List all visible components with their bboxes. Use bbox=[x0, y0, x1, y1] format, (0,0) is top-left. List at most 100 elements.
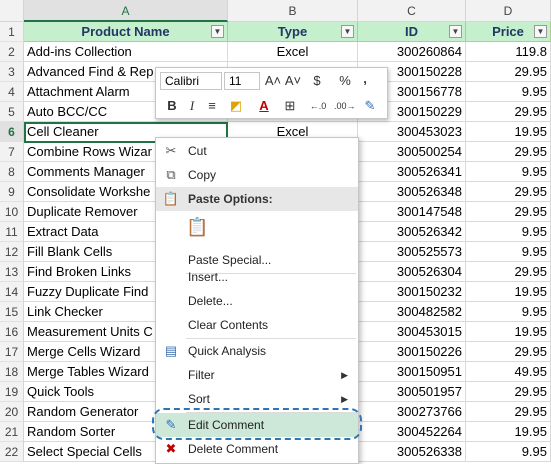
cell-id[interactable]: 300260864 bbox=[358, 42, 466, 62]
column-header-c[interactable]: C bbox=[358, 0, 466, 22]
percent-icon[interactable]: % bbox=[335, 71, 355, 91]
cell-id[interactable]: 300525573 bbox=[358, 242, 466, 262]
row-number[interactable]: 16 bbox=[0, 322, 24, 342]
header-product-name[interactable]: Product Name ▼ bbox=[24, 22, 228, 42]
font-name-box[interactable]: Calibri bbox=[160, 72, 222, 90]
font-size-box[interactable]: 11 bbox=[224, 72, 260, 90]
increase-font-icon[interactable]: A˄ bbox=[263, 71, 283, 91]
cell-id[interactable]: 300452264 bbox=[358, 422, 466, 442]
row-number[interactable]: 17 bbox=[0, 342, 24, 362]
menu-item-clear-contents[interactable]: Clear Contents bbox=[156, 313, 358, 337]
font-color-icon[interactable]: A bbox=[254, 96, 274, 116]
row-number[interactable]: 1 bbox=[0, 22, 24, 42]
bold-button[interactable]: B bbox=[162, 96, 182, 116]
borders-icon[interactable]: ⊞ bbox=[280, 96, 300, 116]
cell-price[interactable]: 19.95 bbox=[466, 422, 551, 442]
row-number[interactable]: 15 bbox=[0, 302, 24, 322]
menu-item-quick-analysis[interactable]: ▤ Quick Analysis bbox=[156, 339, 358, 363]
decrease-font-icon[interactable]: A˅ bbox=[283, 71, 303, 91]
cell-price[interactable]: 29.95 bbox=[466, 262, 551, 282]
cell-id[interactable]: 300526338 bbox=[358, 442, 466, 462]
cell-id[interactable]: 300501957 bbox=[358, 382, 466, 402]
cell-id[interactable]: 300150232 bbox=[358, 282, 466, 302]
menu-item-cut[interactable]: ✂ Cut bbox=[156, 139, 358, 163]
column-header-a[interactable]: A bbox=[24, 0, 228, 22]
row-number[interactable]: 10 bbox=[0, 202, 24, 222]
menu-item-delete[interactable]: Delete... bbox=[156, 289, 358, 313]
cell-price[interactable]: 9.95 bbox=[466, 162, 551, 182]
cell-price[interactable]: 29.95 bbox=[466, 142, 551, 162]
row-number[interactable]: 3 bbox=[0, 62, 24, 82]
filter-dropdown-icon[interactable]: ▼ bbox=[341, 25, 354, 38]
cell-id[interactable]: 300500254 bbox=[358, 142, 466, 162]
row-number[interactable]: 6 bbox=[0, 122, 24, 142]
cell-price[interactable]: 29.95 bbox=[466, 402, 551, 422]
cell-price[interactable]: 9.95 bbox=[466, 242, 551, 262]
menu-item-insert[interactable]: Insert... bbox=[156, 265, 358, 289]
cell-price[interactable]: 29.95 bbox=[466, 102, 551, 122]
row-number[interactable]: 21 bbox=[0, 422, 24, 442]
row-number[interactable]: 11 bbox=[0, 222, 24, 242]
cell-id[interactable]: 300482582 bbox=[358, 302, 466, 322]
cell-price[interactable]: 49.95 bbox=[466, 362, 551, 382]
cell-id[interactable]: 300526342 bbox=[358, 222, 466, 242]
header-price[interactable]: Price ▼ bbox=[466, 22, 551, 42]
cell-price[interactable]: 119.8 bbox=[466, 42, 551, 62]
header-id[interactable]: ID ▼ bbox=[358, 22, 466, 42]
cell-id[interactable]: 300147548 bbox=[358, 202, 466, 222]
increase-decimal-icon[interactable]: ←.0 bbox=[308, 96, 328, 116]
cell-price[interactable]: 9.95 bbox=[466, 82, 551, 102]
cell-price[interactable]: 29.95 bbox=[466, 382, 551, 402]
menu-item-copy[interactable]: ⧉ Copy bbox=[156, 163, 358, 187]
menu-item-filter[interactable]: Filter ▶ bbox=[156, 363, 358, 387]
cell-id[interactable]: 300273766 bbox=[358, 402, 466, 422]
cell-price[interactable]: 29.95 bbox=[466, 342, 551, 362]
cell-price[interactable]: 29.95 bbox=[466, 182, 551, 202]
row-number[interactable]: 18 bbox=[0, 362, 24, 382]
row-number[interactable]: 13 bbox=[0, 262, 24, 282]
row-number[interactable]: 22 bbox=[0, 442, 24, 462]
filter-dropdown-icon[interactable]: ▼ bbox=[534, 25, 547, 38]
cell-product-name[interactable]: Add-ins Collection bbox=[24, 42, 228, 62]
column-header-d[interactable]: D bbox=[466, 0, 551, 22]
row-number[interactable]: 4 bbox=[0, 82, 24, 102]
row-number[interactable]: 7 bbox=[0, 142, 24, 162]
cell-id[interactable]: 300526341 bbox=[358, 162, 466, 182]
row-number[interactable]: 8 bbox=[0, 162, 24, 182]
cell-id[interactable]: 300453023 bbox=[358, 122, 466, 142]
align-center-icon[interactable]: ≡ bbox=[202, 96, 222, 116]
cell-price[interactable]: 29.95 bbox=[466, 62, 551, 82]
row-number[interactable]: 9 bbox=[0, 182, 24, 202]
cell-id[interactable]: 300150951 bbox=[358, 362, 466, 382]
cell-id[interactable]: 300526304 bbox=[358, 262, 466, 282]
select-all-corner[interactable] bbox=[0, 0, 24, 22]
row-number[interactable]: 19 bbox=[0, 382, 24, 402]
row-number[interactable]: 5 bbox=[0, 102, 24, 122]
cell-price[interactable]: 9.95 bbox=[466, 222, 551, 242]
cell-id[interactable]: 300453015 bbox=[358, 322, 466, 342]
italic-button[interactable]: I bbox=[182, 96, 202, 116]
cell-price[interactable]: 19.95 bbox=[466, 122, 551, 142]
filter-dropdown-icon[interactable]: ▼ bbox=[211, 25, 224, 38]
column-header-b[interactable]: B bbox=[228, 0, 358, 22]
row-number[interactable]: 20 bbox=[0, 402, 24, 422]
fill-color-icon[interactable]: ◩ bbox=[226, 96, 246, 116]
menu-item-delete-comment[interactable]: ✖ Delete Comment bbox=[156, 437, 358, 461]
currency-icon[interactable]: $ bbox=[307, 71, 327, 91]
row-number[interactable]: 12 bbox=[0, 242, 24, 262]
cell-type[interactable]: Excel bbox=[228, 42, 358, 62]
comma-style-icon[interactable]: , bbox=[355, 69, 375, 89]
cell-price[interactable]: 9.95 bbox=[466, 442, 551, 462]
cell-price[interactable]: 9.95 bbox=[466, 302, 551, 322]
cell-id[interactable]: 300150226 bbox=[358, 342, 466, 362]
cell-price[interactable]: 19.95 bbox=[466, 322, 551, 342]
paste-icon[interactable]: 📋 bbox=[186, 218, 208, 240]
format-painter-icon[interactable]: ✎ bbox=[360, 96, 380, 116]
row-number[interactable]: 2 bbox=[0, 42, 24, 62]
decrease-decimal-icon[interactable]: .00→ bbox=[334, 96, 356, 116]
filter-dropdown-icon[interactable]: ▼ bbox=[449, 25, 462, 38]
header-type[interactable]: Type ▼ bbox=[228, 22, 358, 42]
cell-price[interactable]: 29.95 bbox=[466, 202, 551, 222]
cell-id[interactable]: 300526348 bbox=[358, 182, 466, 202]
cell-price[interactable]: 19.95 bbox=[466, 282, 551, 302]
